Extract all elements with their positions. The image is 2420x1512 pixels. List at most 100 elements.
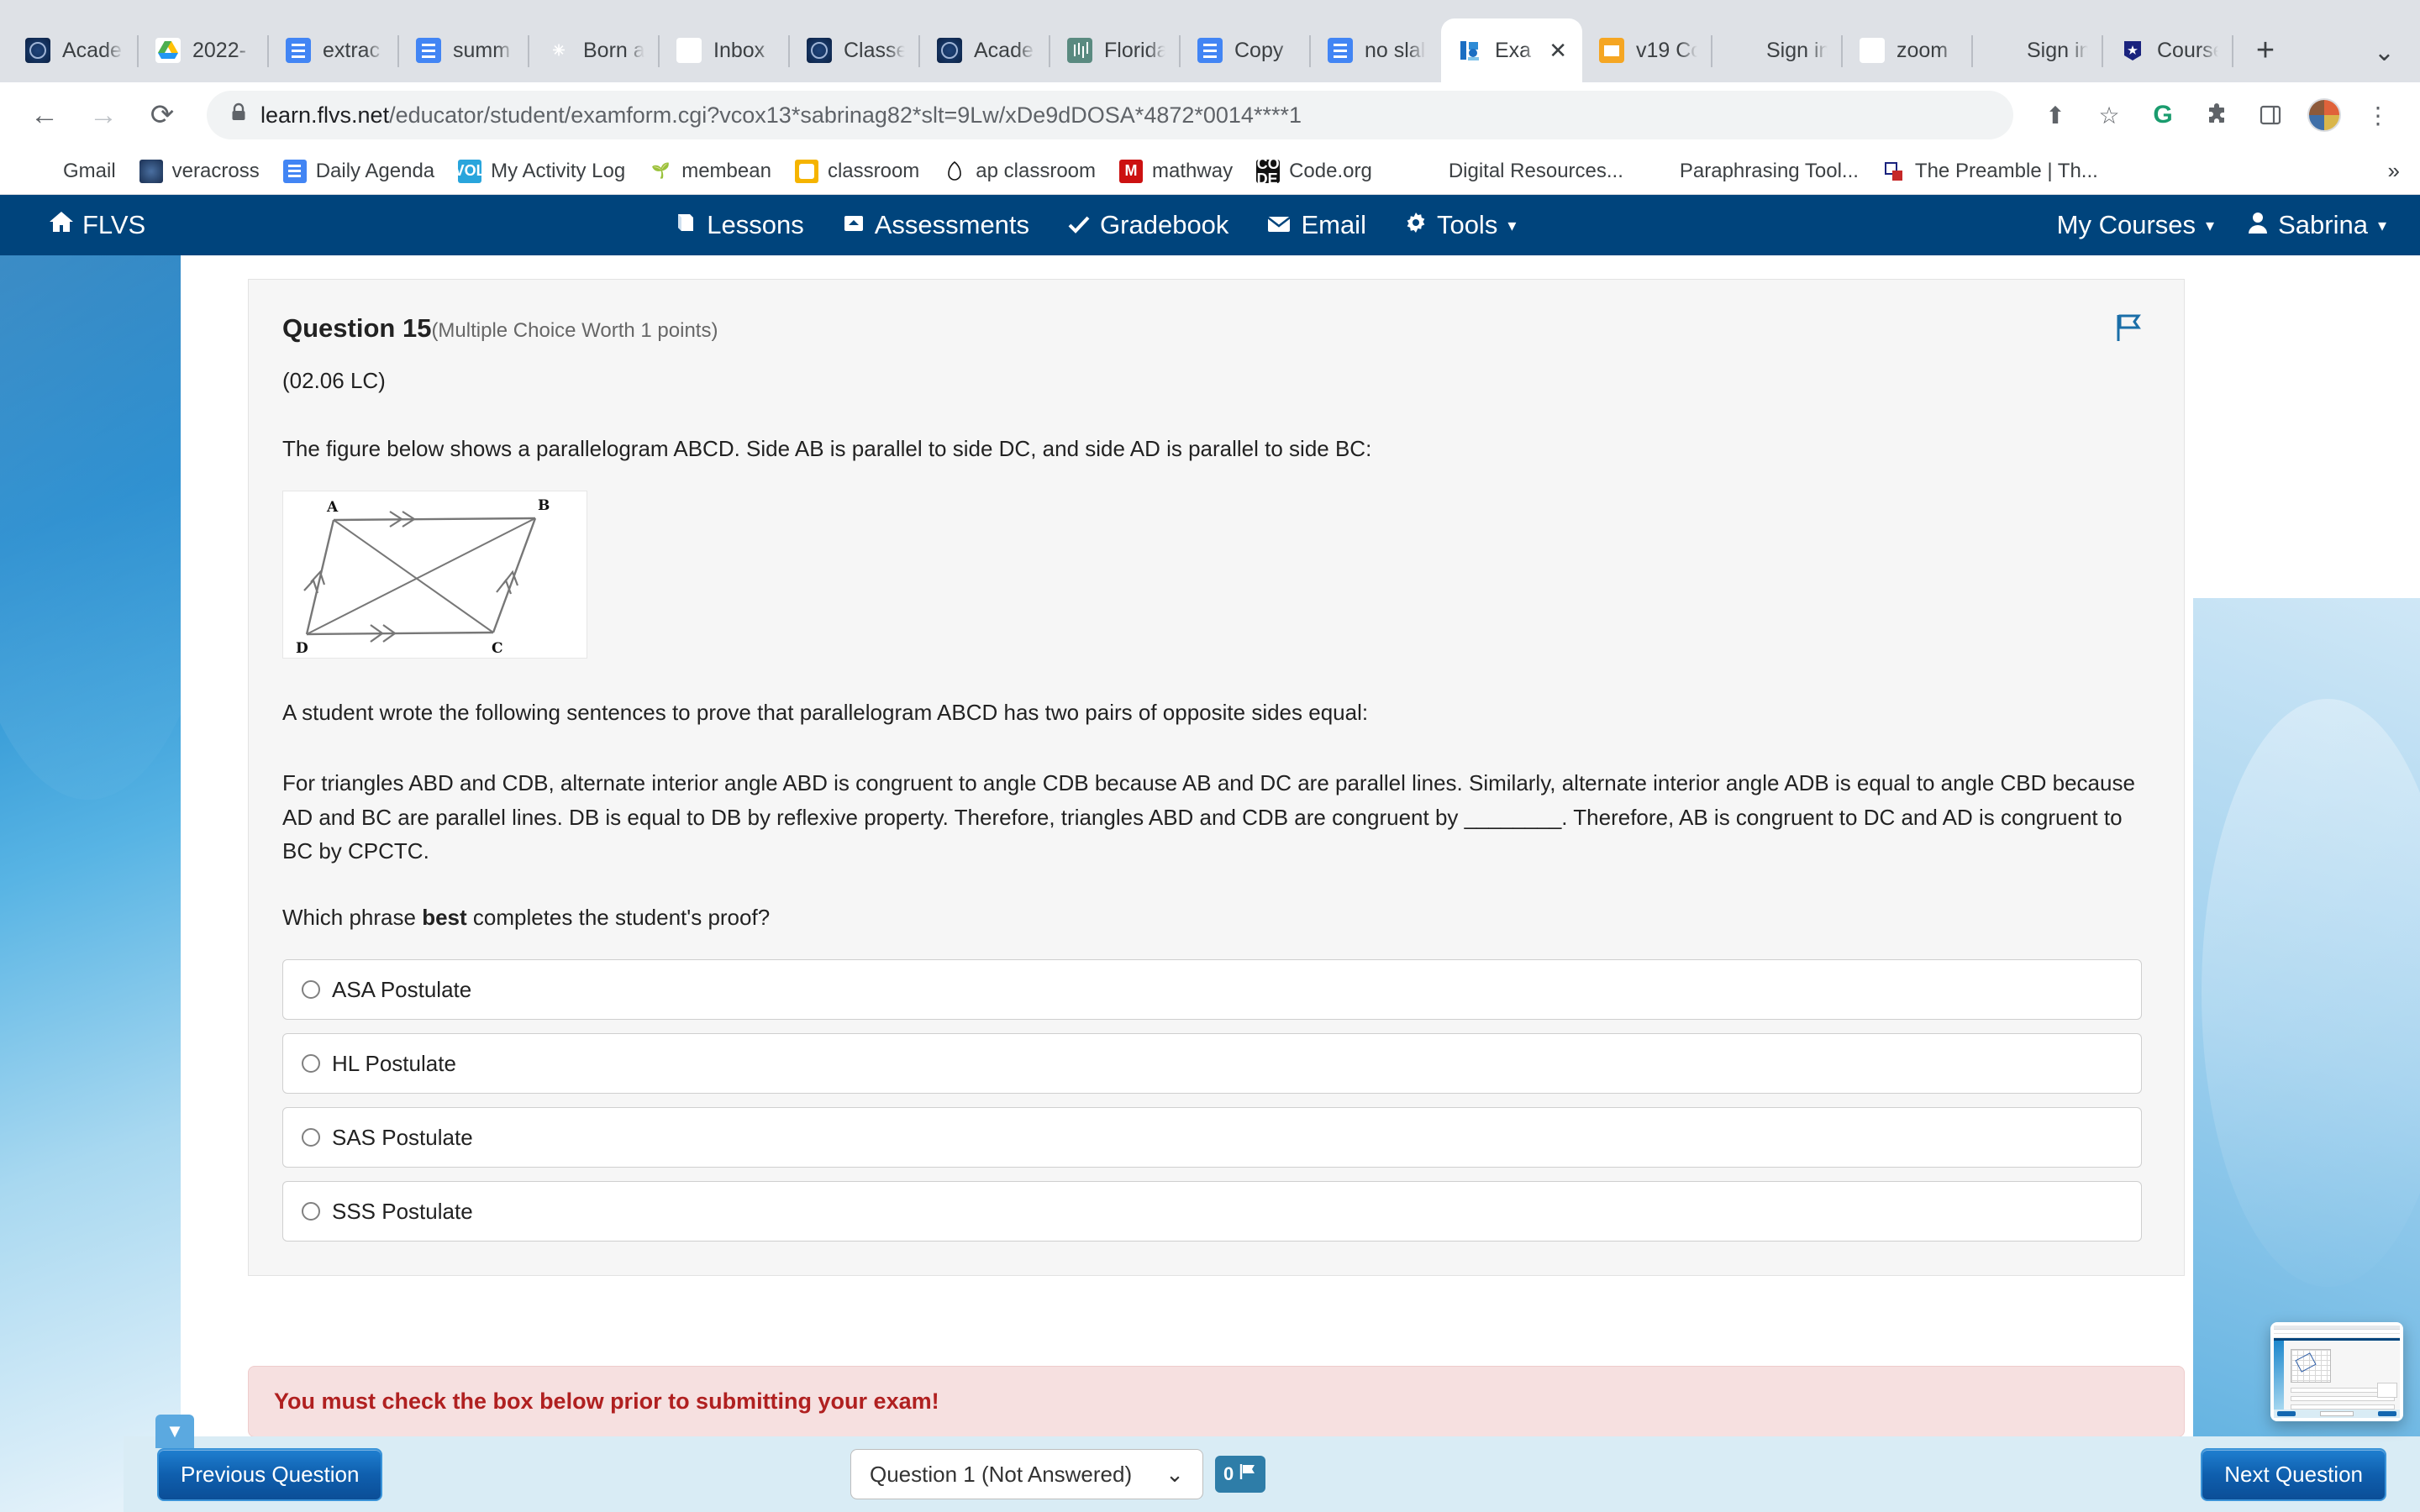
new-tab-button[interactable]: + [2240,25,2291,76]
veracross-icon [139,159,163,183]
radio-button[interactable] [302,1202,320,1221]
flagged-count-badge[interactable]: 0 [1214,1456,1266,1493]
bookmark-item[interactable]: VOL My Activity Log [446,152,637,191]
browser-tab[interactable]: Acade [8,18,139,82]
exam-navigation-bar: Previous Question Question 1 (Not Answer… [124,1436,2420,1512]
bookmark-item[interactable]: CO DE Code.org [1244,152,1384,191]
browser-tab[interactable]: Classe [790,18,920,82]
bookmark-label: ap classroom [976,159,1097,182]
google-docs-icon [282,159,307,183]
browser-tab-active[interactable]: Exa ✕ [1441,18,1582,82]
grammarly-icon[interactable]: G [2139,92,2186,139]
google-docs-icon [1197,38,1223,63]
chrome-menu-icon[interactable]: ⋮ [2354,92,2402,139]
bookmark-item[interactable]: 🌱 membean [637,152,783,191]
person-icon [2248,210,2268,240]
flvs-brand-label: FLVS [82,210,146,239]
share-icon[interactable]: ⬆ [2032,92,2079,139]
nav-item-gradebook[interactable]: Gradebook [1068,210,1228,240]
tab-title: Born a [583,38,644,62]
bookmark-item[interactable]: classroom [783,152,931,191]
browser-tab[interactable]: M Inbox [660,18,790,82]
browser-tab[interactable]: Course [2103,18,2233,82]
chevron-down-icon: ▾ [2206,216,2215,235]
bookmark-item[interactable]: veracross [128,152,271,191]
url-path: /educator/student/examform.cgi?vcox13*sa… [389,102,1302,128]
forward-button[interactable]: → [77,89,129,141]
pip-nested-thumbnail [2377,1383,2397,1398]
radio-button[interactable] [302,1128,320,1147]
browser-tab[interactable]: ✳ Born a [529,18,660,82]
reload-button[interactable]: ⟳ [136,89,188,141]
browser-tab[interactable]: Copy [1181,18,1311,82]
answer-option[interactable]: SAS Postulate [282,1107,2142,1168]
question-select[interactable]: Question 1 (Not Answered) ⌄ [850,1449,1203,1499]
microsoft-icon [1729,38,1754,63]
question-prompt: Which phrase best completes the student'… [282,905,2142,931]
answer-option[interactable]: ASA Postulate [282,959,2142,1021]
chevron-down-icon[interactable]: ⌄ [2374,38,2395,67]
page-content: FLVS Lessons Assessments Gradebook Email… [0,195,2420,1512]
avatar[interactable] [2301,92,2348,139]
nav-item-lessons[interactable]: Lessons [675,210,804,240]
browser-tab[interactable]: summ [399,18,529,82]
extensions-icon[interactable] [2193,92,2240,139]
collapse-toolbar-button[interactable]: ▼ [155,1415,194,1448]
my-courses-menu[interactable]: My Courses ▾ [2057,210,2214,240]
answer-option[interactable]: SSS Postulate [282,1181,2142,1242]
svg-text:D: D [296,640,308,657]
browser-tab[interactable]: no slal [1311,18,1441,82]
tab-title: v19 Co [1636,38,1697,62]
nav-label: Assessments [874,210,1030,239]
browser-tab[interactable]: Sign in [1712,18,1843,82]
none-icon [1416,160,1439,183]
close-icon[interactable]: ✕ [1549,39,1567,61]
bookmark-item[interactable]: Daily Agenda [271,152,446,191]
tab-title: zoom [1897,38,1949,62]
browser-tab[interactable]: Florida [1050,18,1181,82]
previous-question-button[interactable]: Previous Question [157,1447,383,1501]
side-panel-icon[interactable] [2247,92,2294,139]
google-docs-icon [286,38,311,63]
bookmark-item[interactable]: M mathway [1107,152,1244,191]
answer-option[interactable]: HL Postulate [282,1033,2142,1095]
florida-icon [1067,38,1092,63]
bookmark-item[interactable]: The Preamble | Th... [1870,152,2110,191]
v19-icon [1599,38,1624,63]
back-button[interactable]: ← [18,89,71,141]
flag-icon[interactable] [2115,313,2142,349]
browser-tab[interactable]: Sign in [1973,18,2103,82]
next-question-button[interactable]: Next Question [2201,1447,2386,1501]
bookmarks-overflow-button[interactable]: » [2388,158,2400,184]
nav-item-tools[interactable]: Tools ▾ [1405,210,1516,240]
bookmark-item[interactable]: Digital Resources... [1404,152,1635,191]
radio-button[interactable] [302,1054,320,1074]
user-menu[interactable]: Sabrina ▾ [2248,210,2386,240]
flvs-navbar: FLVS Lessons Assessments Gradebook Email… [0,195,2420,255]
bookmark-item[interactable]: ✎ Paraphrasing Tool... [1635,152,1870,191]
address-bar[interactable]: learn.flvs.net/educator/student/examform… [207,91,2013,139]
question-title: Question 15(Multiple Choice Worth 1 poin… [282,313,718,344]
bookmark-item[interactable]: ap classroom [931,152,1107,191]
bookmark-label: veracross [171,159,260,182]
codeorg-icon: CO DE [1256,159,1281,183]
bookmark-label: Daily Agenda [315,159,435,182]
picture-in-picture-thumbnail[interactable] [2270,1322,2403,1421]
tab-title: Exa [1495,38,1532,62]
bookmark-item[interactable]: M Gmail [18,152,128,191]
nav-item-email[interactable]: Email [1267,210,1366,240]
nav-item-assessments[interactable]: Assessments [843,210,1029,240]
radio-button[interactable] [302,980,320,1000]
bookmark-star-icon[interactable]: ☆ [2086,92,2133,139]
question-intro-text: The figure below shows a parallelogram A… [282,436,1372,461]
browser-tab[interactable]: v19 Co [1582,18,1712,82]
browser-tab[interactable]: Acade [920,18,1050,82]
gmail-icon: M [30,159,54,183]
tab-title: Sign in [2027,38,2088,62]
prompt-after: completes the student's proof? [466,905,771,931]
browser-tab[interactable]: 2022- [139,18,269,82]
flvs-home-link[interactable]: FLVS [49,210,145,240]
browser-tab[interactable]: extrac [269,18,399,82]
browser-tab[interactable]: G zoom [1843,18,1973,82]
tab-title: summ [453,38,511,62]
